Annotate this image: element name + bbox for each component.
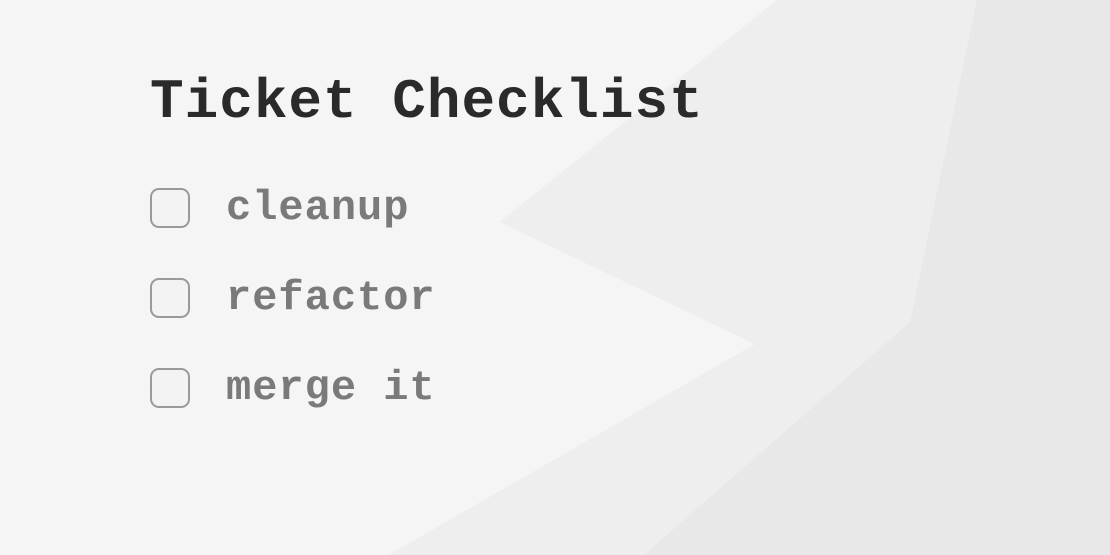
checkbox-refactor[interactable] xyxy=(150,278,190,318)
checklist-panel: Ticket Checklist cleanup refactor merge … xyxy=(0,0,1110,412)
checklist-item-label: refactor xyxy=(226,274,436,322)
checklist: cleanup refactor merge it xyxy=(150,184,1110,412)
page-title: Ticket Checklist xyxy=(150,70,1110,134)
checklist-item: merge it xyxy=(150,364,1110,412)
checklist-item-label: merge it xyxy=(226,364,436,412)
checkbox-cleanup[interactable] xyxy=(150,188,190,228)
checkbox-merge-it[interactable] xyxy=(150,368,190,408)
checklist-item: refactor xyxy=(150,274,1110,322)
checklist-item-label: cleanup xyxy=(226,184,409,232)
checklist-item: cleanup xyxy=(150,184,1110,232)
